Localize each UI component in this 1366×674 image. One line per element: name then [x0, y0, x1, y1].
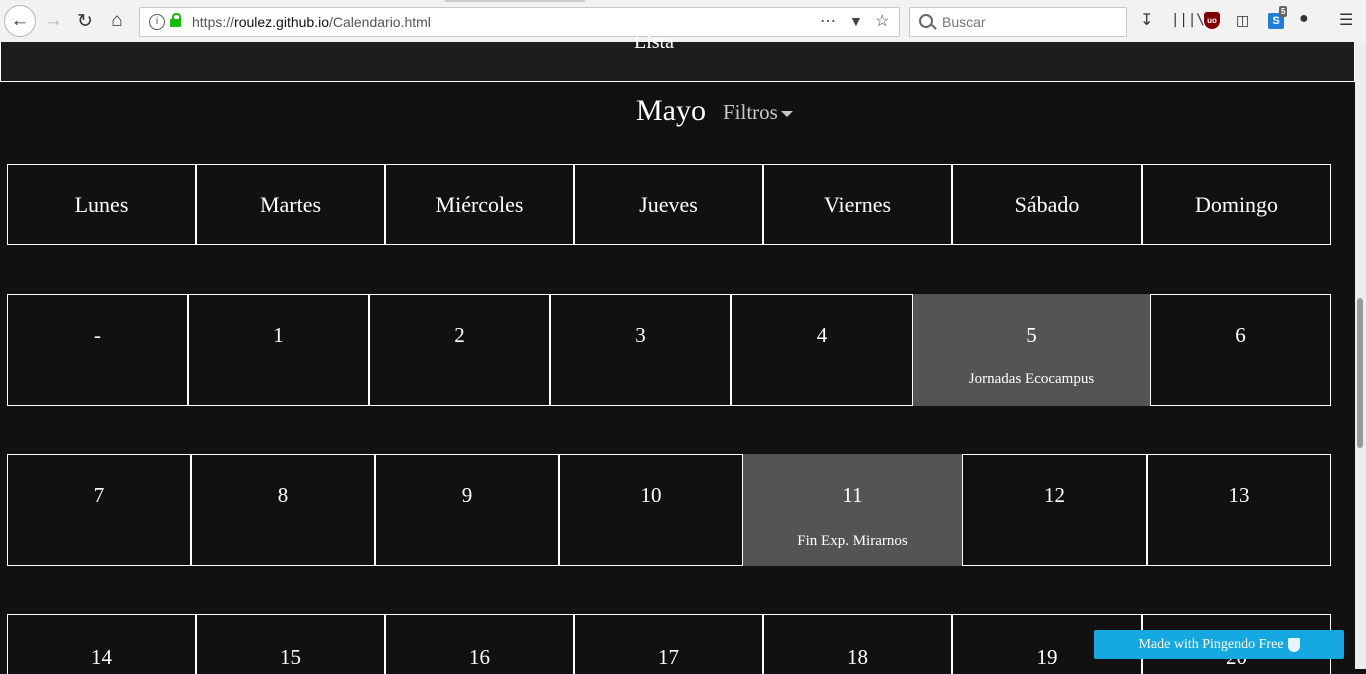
day-number: 11 [842, 483, 863, 507]
extension-balls-icon[interactable]: ● [1299, 10, 1309, 28]
lock-icon[interactable] [170, 13, 181, 27]
day-number: 8 [277, 483, 289, 507]
weekday-header: Lunes [7, 164, 196, 245]
day-number: 18 [847, 645, 868, 669]
search-input[interactable] [940, 12, 1124, 32]
reader-view-icon[interactable]: ◫ [1236, 12, 1249, 29]
day-number: 15 [280, 645, 301, 669]
day-cell[interactable]: 14 [7, 614, 196, 674]
arrow-right-icon: → [43, 10, 63, 31]
filters-dropdown[interactable]: Filtros [723, 100, 793, 125]
ublock-icon[interactable]: uo [1204, 12, 1220, 29]
day-cell[interactable]: - [7, 294, 188, 406]
day-number: 12 [1044, 483, 1065, 507]
day-cell[interactable]: 12 [962, 454, 1147, 566]
day-cell[interactable]: 13 [1147, 454, 1331, 566]
url-scheme: https:// [192, 14, 235, 30]
url-text[interactable]: https://roulez.github.io/Calendario.html [192, 14, 431, 30]
event-label[interactable]: Jornadas Ecocampus [914, 371, 1149, 388]
weekday-header: Jueves [574, 164, 763, 245]
day-cell[interactable]: 1 [188, 294, 369, 406]
address-bar[interactable]: i https://roulez.github.io/Calendario.ht… [139, 7, 900, 37]
event-label[interactable]: Fin Exp. Mirarnos [744, 533, 961, 550]
home-button[interactable]: ⌂ [102, 6, 132, 36]
day-number: 6 [1235, 323, 1246, 347]
forward-button[interactable]: → [38, 6, 68, 36]
scrollbar-thumb[interactable] [1357, 298, 1363, 448]
weekday-header: Viernes [763, 164, 952, 245]
reload-button[interactable]: ↻ [70, 6, 100, 36]
day-number: 14 [91, 645, 112, 669]
day-cell[interactable]: 17 [574, 614, 763, 674]
day-cell[interactable]: 18 [763, 614, 952, 674]
day-number: 5 [1026, 323, 1037, 347]
tab-indicator [445, 0, 585, 2]
day-cell[interactable]: 4 [731, 294, 913, 406]
calendar-header: Mayo Filtros [0, 94, 1355, 134]
day-cell-event[interactable]: 5 Jornadas Ecocampus [913, 294, 1150, 406]
day-number: - [94, 323, 101, 347]
pocket-icon[interactable]: ▼ [849, 13, 863, 29]
day-cell[interactable]: 10 [559, 454, 743, 566]
extension-s-icon[interactable]: S5 [1268, 6, 1288, 29]
day-number: 10 [640, 483, 662, 507]
day-cell[interactable]: 15 [196, 614, 385, 674]
menu-icon[interactable]: ☰ [1339, 10, 1353, 30]
weekday-header: Martes [196, 164, 385, 245]
page-actions-icon[interactable]: ⋯ [820, 11, 836, 31]
info-icon[interactable]: i [149, 14, 165, 30]
day-number: 3 [635, 323, 646, 347]
day-cell[interactable]: 9 [375, 454, 559, 566]
download-icon[interactable]: ↧ [1140, 10, 1153, 30]
bookmark-star-icon[interactable]: ☆ [875, 11, 889, 31]
url-domain: roulez.github.io [234, 14, 329, 30]
day-number: 4 [816, 323, 828, 347]
day-number: 7 [93, 483, 105, 507]
extension-badge: 5 [1279, 6, 1288, 17]
search-icon [919, 14, 933, 28]
day-number: 9 [461, 483, 473, 507]
pingendo-badge-label: Made with Pingendo Free [1138, 637, 1284, 652]
weekday-header: Sábado [952, 164, 1142, 245]
day-cell[interactable]: 7 [7, 454, 191, 566]
filters-label: Filtros [723, 100, 778, 124]
weekday-header: Miércoles [385, 164, 574, 245]
vertical-scrollbar[interactable] [1355, 42, 1366, 669]
day-cell[interactable]: 6 [1150, 294, 1331, 406]
day-number: 16 [469, 645, 490, 669]
pingendo-logo-icon [1287, 637, 1300, 652]
day-number: 13 [1228, 483, 1250, 507]
search-box[interactable] [909, 7, 1127, 37]
reload-icon: ↻ [77, 10, 93, 32]
arrow-left-icon: ← [10, 10, 30, 31]
day-number: 1 [273, 323, 284, 347]
day-cell[interactable]: 16 [385, 614, 574, 674]
home-icon: ⌂ [111, 10, 123, 31]
day-cell[interactable]: 3 [550, 294, 731, 406]
browser-toolbar: ← → ↻ ⌂ i https://roulez.github.io/Calen… [0, 0, 1366, 43]
day-cell-event[interactable]: 11 Fin Exp. Mirarnos [743, 454, 962, 566]
day-number: 17 [658, 645, 679, 669]
library-icon[interactable]: |||\ [1171, 12, 1205, 28]
caret-down-icon [780, 111, 793, 118]
month-title: Mayo [636, 94, 706, 127]
url-path: /Calendario.html [328, 14, 431, 30]
back-button[interactable]: ← [4, 5, 36, 37]
top-navbar: Lista [0, 31, 1355, 82]
day-cell[interactable]: 8 [191, 454, 375, 566]
day-cell[interactable]: 2 [369, 294, 550, 406]
weekday-header: Domingo [1142, 164, 1331, 245]
navbar-text-clipped: Lista [634, 31, 674, 53]
page-content: Lista Mayo Filtros Lunes Martes Miércole… [0, 31, 1355, 674]
day-number: 2 [454, 323, 465, 347]
pingendo-badge-button[interactable]: Made with Pingendo Free [1094, 630, 1344, 659]
